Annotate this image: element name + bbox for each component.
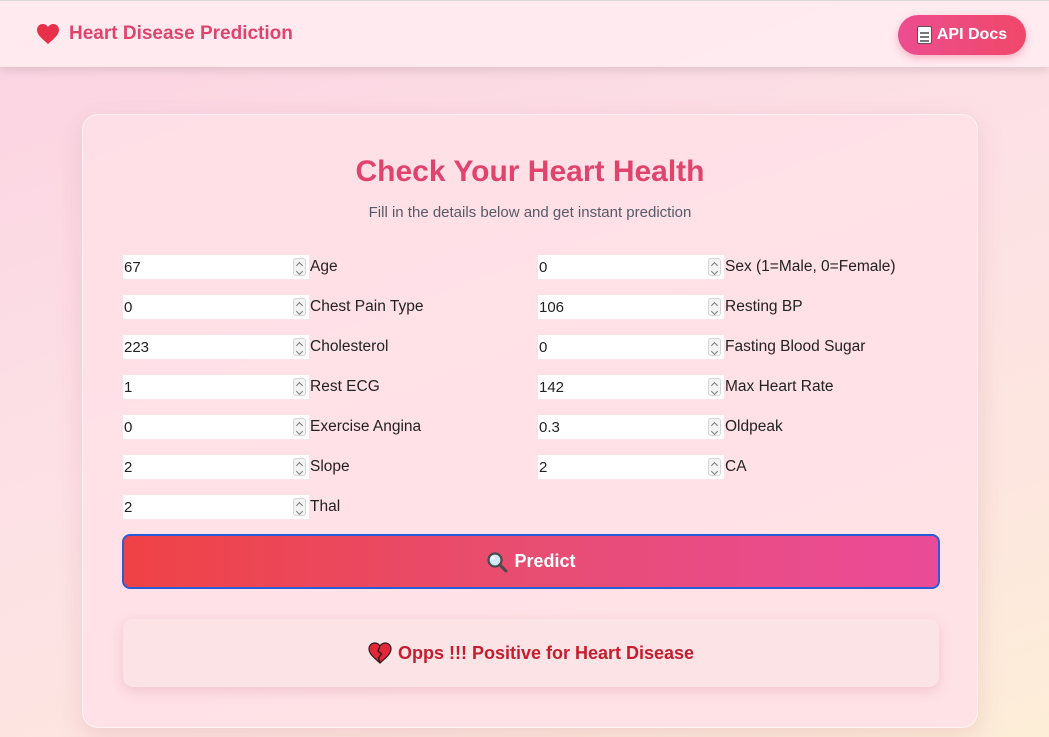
number-input[interactable]: 223: [123, 335, 309, 359]
input-value: 0: [124, 298, 133, 316]
form-field: 0.3 Oldpeak: [538, 415, 783, 439]
form-field: 142 Max Heart Rate: [538, 375, 834, 399]
field-label: Max Heart Rate: [725, 378, 834, 395]
brand[interactable]: Heart Disease Prediction: [36, 23, 293, 45]
number-input[interactable]: 67: [123, 255, 309, 279]
spinner-arrows-icon[interactable]: [293, 498, 306, 516]
spinner-arrows-icon[interactable]: [293, 458, 306, 476]
spinner-arrows-icon[interactable]: [708, 298, 721, 316]
form-field: 1 Rest ECG: [123, 375, 380, 399]
field-label: Resting BP: [725, 298, 803, 315]
result-message: Opps !!! Positive for Heart Disease: [123, 619, 939, 687]
document-icon: [916, 26, 932, 44]
app-title: Heart Disease Prediction: [69, 23, 293, 44]
form-field: 0 Sex (1=Male, 0=Female): [538, 255, 896, 279]
field-label: Slope: [310, 458, 350, 475]
form-field: 106 Resting BP: [538, 295, 803, 319]
number-input[interactable]: 2: [123, 455, 309, 479]
input-value: 2: [539, 458, 548, 476]
number-input[interactable]: 0: [538, 255, 724, 279]
field-label: Thal: [310, 498, 341, 515]
input-value: 2: [124, 498, 133, 516]
number-input[interactable]: 142: [538, 375, 724, 399]
number-input[interactable]: 1: [123, 375, 309, 399]
predict-label: Predict: [514, 551, 576, 571]
prediction-card: Check Your Heart Health Fill in the deta…: [82, 114, 978, 728]
spinner-arrows-icon[interactable]: [293, 338, 306, 356]
number-input[interactable]: 106: [538, 295, 724, 319]
field-label: Oldpeak: [725, 418, 783, 435]
field-label: Exercise Angina: [310, 418, 422, 435]
broken-heart-icon: [368, 642, 392, 664]
api-docs-button[interactable]: API Docs: [898, 15, 1026, 55]
predict-button[interactable]: Predict: [122, 534, 940, 589]
input-value: 223: [124, 338, 150, 356]
heart-icon: [36, 23, 60, 45]
field-label: Sex (1=Male, 0=Female): [725, 258, 896, 275]
form-field: 2 Slope: [123, 455, 350, 479]
spinner-arrows-icon[interactable]: [293, 258, 306, 276]
spinner-arrows-icon[interactable]: [708, 338, 721, 356]
spinner-arrows-icon[interactable]: [708, 458, 721, 476]
field-label: CA: [725, 458, 747, 475]
result-text: Opps !!! Positive for Heart Disease: [397, 642, 695, 663]
field-label: Chest Pain Type: [310, 298, 424, 315]
field-label: Cholesterol: [310, 338, 389, 355]
magnifier-icon: [486, 551, 508, 573]
api-docs-label: API Docs: [936, 26, 1008, 43]
number-input[interactable]: 0.3: [538, 415, 724, 439]
form-field: 0 Chest Pain Type: [123, 295, 423, 319]
input-value: 0: [124, 418, 133, 436]
input-value: 67: [124, 258, 141, 276]
field-label: Rest ECG: [310, 378, 380, 395]
number-input[interactable]: 0: [538, 335, 724, 359]
spinner-arrows-icon[interactable]: [708, 378, 721, 396]
input-value: 0: [539, 338, 548, 356]
spinner-arrows-icon[interactable]: [708, 258, 721, 276]
number-input[interactable]: 2: [538, 455, 724, 479]
number-input[interactable]: 0: [123, 415, 309, 439]
form-field: 223 Cholesterol: [123, 335, 388, 359]
card-title: Check Your Heart Health: [355, 155, 705, 188]
input-value: 0: [539, 258, 548, 276]
form-field: 0 Fasting Blood Sugar: [538, 335, 865, 359]
spinner-arrows-icon[interactable]: [293, 378, 306, 396]
number-input[interactable]: 2: [123, 495, 309, 519]
field-label: Age: [310, 258, 338, 275]
field-label: Fasting Blood Sugar: [725, 338, 866, 355]
card-subtitle: Fill in the details below and get instan…: [368, 204, 692, 221]
input-value: 106: [539, 298, 565, 316]
navbar: Heart Disease Prediction API Docs: [0, 0, 1049, 67]
input-value: 1: [124, 378, 133, 396]
input-value: 2: [124, 458, 133, 476]
form-field: 0 Exercise Angina: [123, 415, 421, 439]
number-input[interactable]: 0: [123, 295, 309, 319]
form-field: 67 Age: [123, 255, 338, 279]
spinner-arrows-icon[interactable]: [293, 418, 306, 436]
input-value: 0.3: [539, 418, 560, 436]
spinner-arrows-icon[interactable]: [293, 298, 306, 316]
spinner-arrows-icon[interactable]: [708, 418, 721, 436]
form-field: 2 CA: [538, 455, 747, 479]
input-value: 142: [539, 378, 565, 396]
form-field: 2 Thal: [123, 495, 340, 519]
